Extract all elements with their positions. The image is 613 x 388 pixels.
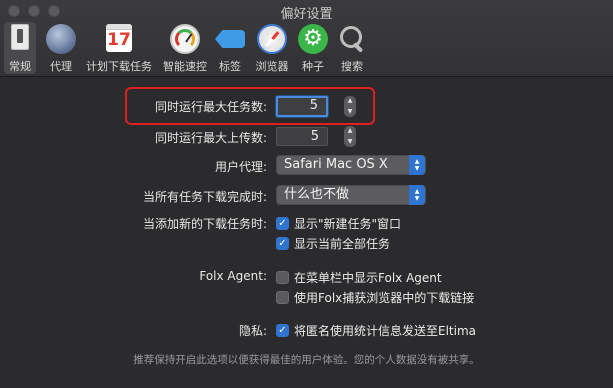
tab-search[interactable]: 搜索: [336, 22, 368, 74]
tab-browsers[interactable]: 浏览器: [250, 22, 294, 74]
tab-search-label: 搜索: [341, 60, 363, 73]
show-all-tasks-checkbox[interactable]: ✓ 显示当前全部任务: [276, 235, 390, 252]
general-settings-panel: 同时运行最大任务数: 5 同时运行最大上传数: 5 用户代理: Safari M…: [0, 78, 613, 388]
user-agent-select[interactable]: Safari Mac OS X ▲ ▼: [276, 155, 426, 175]
tab-scheduled-label: 计划下载任务: [86, 60, 152, 73]
show-new-task-window-label: 显示"新建任务"窗口: [294, 217, 402, 231]
checkmark-icon: ✓: [276, 324, 289, 337]
max-tasks-label: 同时运行最大任务数:: [154, 100, 267, 114]
max-uploads-stepper[interactable]: [344, 126, 356, 147]
tag-icon: [215, 30, 245, 48]
max-tasks-input[interactable]: 5: [276, 96, 328, 117]
checkmark-icon: ✓: [276, 217, 289, 230]
tab-speed-label: 智能速控: [163, 60, 207, 73]
calendar-day: 17: [107, 30, 131, 50]
send-stats-checkbox[interactable]: ✓ 将匿名使用统计信息发送至Eltima: [276, 322, 476, 339]
max-uploads-label: 同时运行最大上传数:: [154, 131, 267, 145]
toolbar: 偏好设置 常规 代理 17 计划下载任务 智能速控 标签 浏览器 种子 搜索: [0, 0, 613, 77]
chevron-updown-icon: ▲ ▼: [409, 185, 425, 205]
compass-icon: [257, 24, 287, 54]
tab-general[interactable]: 常规: [4, 22, 36, 74]
tab-tags[interactable]: 标签: [214, 22, 246, 74]
capture-browser-checkbox[interactable]: 使用Folx捕获浏览器中的下载链接: [276, 289, 474, 306]
gear-icon: [298, 24, 328, 54]
tab-scheduled-downloads[interactable]: 17 计划下载任务: [84, 22, 154, 74]
on-add-label: 当添加新的下载任务时:: [142, 217, 267, 231]
globe-icon: [46, 24, 76, 54]
show-in-menubar-label: 在菜单栏中显示Folx Agent: [294, 271, 442, 285]
max-tasks-stepper[interactable]: [344, 96, 356, 117]
tab-general-label: 常规: [9, 60, 31, 73]
checkbox-empty-icon: [276, 271, 289, 284]
show-all-tasks-label: 显示当前全部任务: [294, 237, 391, 251]
on-complete-value: 什么也不做: [284, 187, 350, 202]
tab-torrents-label: 种子: [302, 60, 324, 73]
privacy-note: 推荐保持开启此选项以便获得最佳的用户体验。您的个人数据没有被共享。: [133, 354, 480, 366]
chevron-updown-icon: ▲ ▼: [409, 155, 425, 175]
show-new-task-window-checkbox[interactable]: ✓ 显示"新建任务"窗口: [276, 215, 401, 232]
checkmark-icon: ✓: [276, 237, 289, 250]
calendar-icon: 17: [106, 24, 132, 52]
tab-browsers-label: 浏览器: [255, 60, 289, 73]
speedometer-icon: [170, 24, 200, 54]
search-icon: [337, 24, 367, 54]
tab-torrents[interactable]: 种子: [298, 22, 328, 74]
send-stats-label: 将匿名使用统计信息发送至Eltima: [294, 324, 476, 338]
tab-speed-control[interactable]: 智能速控: [160, 22, 210, 74]
window-title: 偏好设置: [280, 7, 333, 22]
tab-tags-label: 标签: [219, 60, 241, 73]
user-agent-value: Safari Mac OS X: [284, 157, 388, 172]
tab-proxy-label: 代理: [50, 60, 72, 73]
privacy-label: 隐私:: [238, 324, 267, 338]
user-agent-label: 用户代理:: [214, 160, 267, 174]
general-icon: [11, 24, 29, 50]
on-complete-label: 当所有任务下载完成时:: [142, 190, 267, 204]
folx-agent-label: Folx Agent:: [199, 269, 267, 283]
on-complete-select[interactable]: 什么也不做 ▲ ▼: [276, 185, 426, 205]
show-in-menubar-checkbox[interactable]: 在菜单栏中显示Folx Agent: [276, 269, 442, 286]
capture-browser-label: 使用Folx捕获浏览器中的下载链接: [294, 291, 475, 305]
max-uploads-input[interactable]: 5: [276, 127, 328, 146]
checkbox-empty-icon: [276, 291, 289, 304]
tab-proxy[interactable]: 代理: [44, 22, 78, 74]
